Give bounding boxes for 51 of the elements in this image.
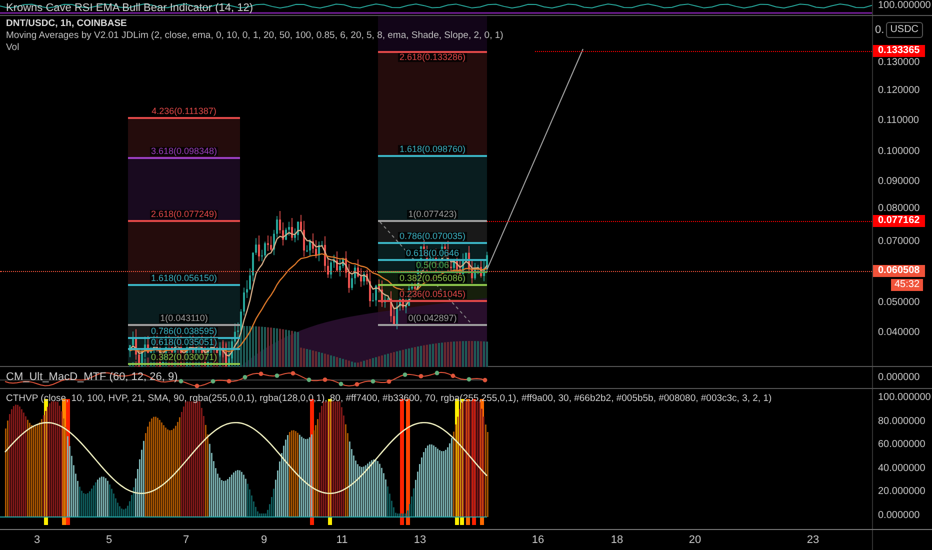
time-tick: 7 [182, 534, 190, 546]
price-tick: 0.070000 [878, 237, 920, 248]
fib-level-label: 1(0.043110) [159, 314, 209, 323]
fib-level-label: 0(0.042897) [407, 314, 458, 324]
indicator-legend: Vol [6, 42, 20, 54]
price-marker: 0.133365 [873, 44, 925, 57]
fib-level-label: 2.618(0.133286) [398, 53, 467, 62]
axis-label: 100.000000 [878, 1, 931, 11]
currency-badge[interactable]: USDC [886, 22, 923, 38]
time-tick: 11 [336, 534, 348, 546]
indicator-legend: CTHVP (close, 10, 100, HVP, 21, SMA, 90, rgba(255,0,0,1), rgba(128,0,0,1), 80, #ff7400, #b33600, 70, rgba(255,255,0,1), #ff9a00, 30, #66b2b2, #005b5b, #008080, #003c3c, 3, 2, 1) [6, 393, 772, 404]
fib-level-label: 1.618(0.098760) [398, 145, 467, 154]
axis-label: 0.000000 [878, 373, 920, 383]
time-tick: 9 [260, 534, 268, 546]
axis-label: 0. [875, 23, 884, 38]
fib-level-label: 0.236(0.051045) [398, 290, 467, 299]
time-tick: 18 [610, 534, 624, 546]
fib-level-label: 1(0.077423) [407, 210, 458, 219]
price-tick: 0.040000 [878, 328, 920, 338]
price-marker: 0.077162 [873, 214, 925, 227]
axis-tick: 80.000000 [878, 416, 926, 427]
time-tick: 13 [414, 534, 426, 546]
price-tick: 0.100000 [878, 146, 920, 157]
price-tick: 0.130000 [878, 58, 920, 68]
price-tick: 0.120000 [878, 86, 920, 96]
price-tick: 0.050000 [878, 298, 920, 308]
time-tick: 5 [106, 534, 112, 546]
time-tick: 20 [688, 534, 702, 546]
axis-tick: 40.000000 [878, 464, 926, 474]
fib-level-label: 0.786(0.038595) [150, 327, 218, 336]
axis-tick: 60.000000 [878, 440, 926, 450]
countdown-badge: 45:32 [891, 279, 923, 291]
axis-tick: 20.000000 [878, 487, 926, 498]
fib-level-label: 4.236(0.111387) [150, 107, 218, 116]
time-tick: 16 [532, 534, 544, 546]
axis-tick: 0.000000 [878, 511, 920, 521]
indicator-legend: Moving Averages by V2.01 JDLim (2, close, ema, 0, 10, 0, 1, 20, 50, 100, 0.85, 6, 20, 5, 8, ema, Shade, Slope, 2, 0, 1) [6, 30, 504, 42]
symbol-title: DNT/USDC, 1h, COINBASE [6, 18, 127, 30]
fib-level-label: 0.382(0.056086) [398, 274, 467, 284]
price-marker: 0.060508 [873, 265, 925, 277]
fib-level-label: 2.618(0.077249) [150, 210, 218, 220]
fib-level-label: 3.618(0.098348) [150, 146, 218, 156]
price-tick: 0.090000 [878, 176, 920, 187]
axis-tick: 100.000000 [878, 393, 931, 403]
fib-level-label: 0.786(0.070035) [398, 232, 467, 242]
fib-level-label: 0.618(0.0646 [404, 248, 460, 258]
price-tick: 0.080000 [878, 204, 920, 214]
time-tick: 23 [806, 534, 820, 546]
time-tick: 3 [34, 534, 40, 546]
price-tick: 0.110000 [878, 116, 919, 126]
fib-level-label: 1.618(0.056150) [150, 274, 218, 284]
